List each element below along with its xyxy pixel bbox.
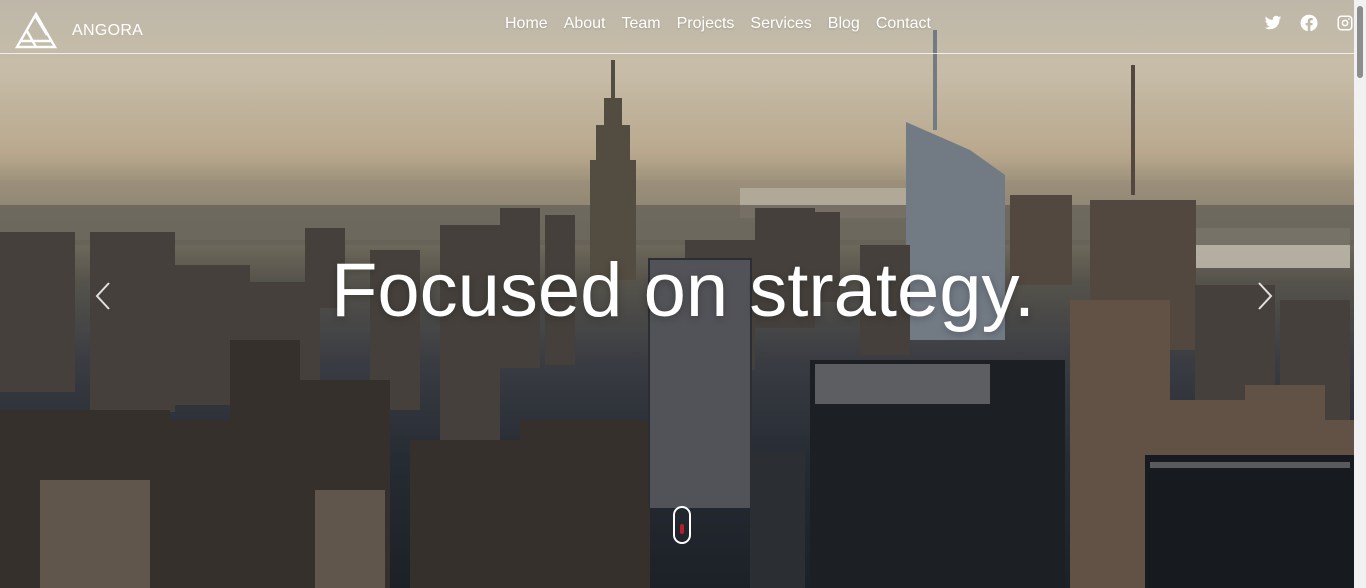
nav-item-contact[interactable]: Contact [876, 15, 931, 33]
triangle-logo-icon [14, 11, 58, 49]
page-scrollbar[interactable] [1354, 0, 1366, 588]
hero-section: ANGORA Home About Team Projects Services… [0, 0, 1366, 588]
instagram-link[interactable] [1336, 14, 1354, 32]
scrollbar-thumb[interactable] [1357, 6, 1363, 78]
logo-link[interactable]: ANGORA [14, 11, 143, 51]
facebook-link[interactable] [1300, 14, 1318, 32]
nav-item-blog[interactable]: Blog [828, 15, 860, 33]
main-nav: Home About Team Projects Services Blog C… [505, 15, 947, 33]
instagram-icon [1337, 15, 1353, 31]
scroll-dot [680, 524, 684, 534]
nav-item-team[interactable]: Team [622, 15, 661, 33]
hero-headline: Focused on strategy. [330, 248, 1036, 333]
mouse-scroll-icon[interactable] [673, 506, 691, 544]
facebook-icon [1300, 14, 1318, 32]
nav-item-projects[interactable]: Projects [677, 15, 735, 33]
nav-item-home[interactable]: Home [505, 15, 548, 33]
nav-item-services[interactable]: Services [750, 15, 811, 33]
social-links [1246, 14, 1354, 32]
twitter-icon [1264, 15, 1282, 30]
brand-name: ANGORA [72, 22, 144, 39]
twitter-link[interactable] [1264, 14, 1282, 32]
nav-item-about[interactable]: About [564, 15, 606, 33]
site-header: ANGORA Home About Team Projects Services… [0, 0, 1354, 54]
